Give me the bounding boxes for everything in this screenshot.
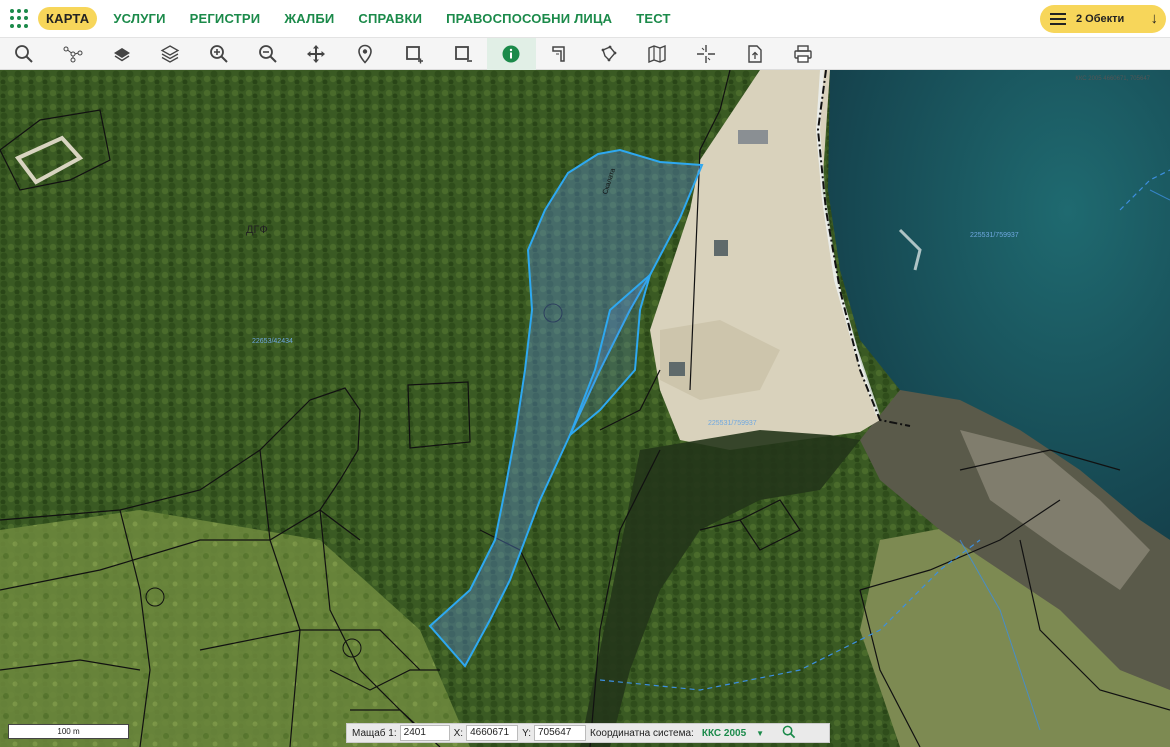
parcel-ref-label: 225531/759937 (970, 232, 1019, 239)
layers-icon[interactable] (146, 38, 195, 70)
y-label: Y: (522, 727, 531, 739)
crosshair-icon[interactable] (682, 38, 731, 70)
search-icon[interactable] (0, 38, 49, 70)
menu-icon (1050, 13, 1066, 25)
x-label: X: (453, 727, 464, 739)
location-pin-icon[interactable] (341, 38, 390, 70)
select-add-icon[interactable] (390, 38, 439, 70)
nav-item-test[interactable]: ТЕСТ (636, 11, 670, 26)
arrow-down-icon: ↓ (1150, 10, 1159, 27)
objects-label: 2 Обекти (1076, 13, 1125, 25)
polygon-tool-icon[interactable] (584, 38, 633, 70)
parcel-ref-label: 225531/759937 (708, 420, 757, 427)
map-toolbar (0, 38, 1170, 70)
satellite-imagery (0, 70, 1170, 747)
nav-item-licensed-persons[interactable]: ПРАВОСПОСОБНИ ЛИЦА (446, 11, 612, 26)
info-icon[interactable] (486, 38, 536, 70)
nav-item-complaints[interactable]: ЖАЛБИ (284, 11, 334, 26)
select-remove-icon[interactable] (438, 38, 487, 70)
y-coordinate-input[interactable]: 705647 (534, 725, 586, 741)
layer-icon[interactable] (97, 38, 146, 70)
scale-label: Мащаб 1: (352, 727, 397, 739)
objects-button[interactable]: 2 Обекти ↓ (1040, 5, 1166, 33)
forest-label: ДГФ (246, 224, 268, 236)
map-canvas[interactable]: ККС 2005 4660671, 705647 ДГФ 22653/42434… (0, 70, 1170, 747)
nav-item-reports[interactable]: СПРАВКИ (358, 11, 422, 26)
pan-icon[interactable] (292, 38, 341, 70)
coordinate-bar: Мащаб 1: 2401 X: 4660671 Y: 705647 Коорд… (346, 723, 830, 743)
map-icon[interactable] (633, 38, 682, 70)
nav-item-map[interactable]: КАРТА (38, 7, 98, 30)
search-icon[interactable] (782, 725, 796, 742)
crs-select[interactable]: ККС 2005 (702, 728, 746, 739)
scale-bar: 100 m (8, 724, 129, 739)
top-navigation: КАРТА УСЛУГИ РЕГИСТРИ ЖАЛБИ СПРАВКИ ПРАВ… (0, 0, 1170, 38)
bookmark-icon[interactable] (536, 38, 585, 70)
scale-input[interactable]: 2401 (399, 725, 450, 741)
export-icon[interactable] (730, 38, 779, 70)
nav-item-registers[interactable]: РЕГИСТРИ (190, 11, 261, 26)
measure-network-icon[interactable] (49, 38, 98, 70)
apps-grid-icon[interactable] (10, 8, 30, 29)
nav-item-services[interactable]: УСЛУГИ (113, 11, 165, 26)
dropdown-arrow-icon[interactable]: ▼ (756, 729, 764, 738)
print-icon[interactable] (779, 38, 828, 70)
zoom-out-icon[interactable] (243, 38, 292, 70)
crs-label: Координатна система: (590, 727, 694, 739)
parcel-ref-label: 22653/42434 (252, 338, 293, 345)
map-corner-coordinates: ККС 2005 4660671, 705647 (1075, 76, 1150, 82)
x-coordinate-input[interactable]: 4660671 (466, 725, 519, 741)
zoom-in-icon[interactable] (195, 38, 244, 70)
